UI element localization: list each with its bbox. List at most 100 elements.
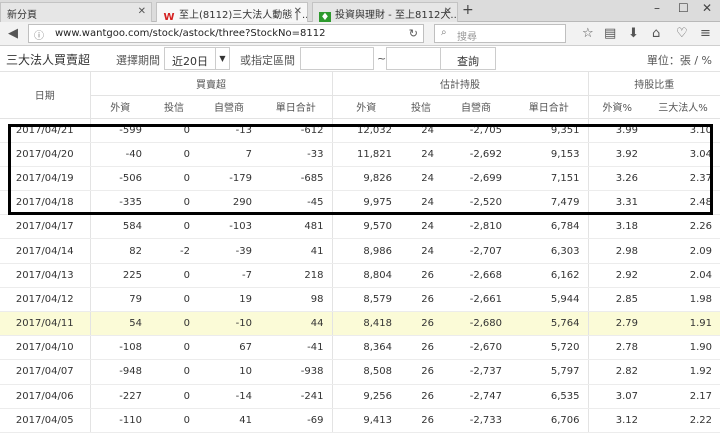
date-cell: 2017/04/18 [0,190,91,216]
period-select[interactable]: 近20日 ▼ [164,47,230,70]
value-cell: 26 [400,408,442,433]
value-cell: 5,720 [510,335,589,361]
value-cell: 9,153 [510,142,589,167]
value-cell: 0 [150,142,198,167]
value-cell: 1.92 [646,359,720,385]
col-header: 外資% [588,95,646,119]
close-tab-icon[interactable]: ✕ [294,6,302,17]
bookmarks-icon[interactable]: ▤ [604,26,616,41]
group-header-ratio: 持股比重 [588,72,720,96]
search-placeholder: 搜尋 [457,32,477,43]
value-cell: 3.31 [588,190,646,216]
value-cell: 8,508 [332,359,400,385]
tab-strip: 新分頁 ✕ W 至上(8112)三大法人動態 | ... ✕ ♦ 投資與理財 - 至… [0,0,720,22]
value-cell: -335 [90,190,150,216]
value-cell: -938 [260,359,333,385]
value-cell: 7 [198,142,260,167]
close-tab-icon[interactable]: ✕ [138,6,146,17]
reload-icon[interactable]: ↻ [409,27,418,40]
tab-title: 投資與理財 - 至上8112大... [335,10,458,21]
value-cell: -33 [260,142,333,167]
value-cell: 82 [90,238,150,264]
download-icon[interactable]: ⬇ [628,26,639,41]
value-cell: 9,256 [332,384,400,409]
value-cell: 5,944 [510,287,589,313]
tab-wantgoo[interactable]: W 至上(8112)三大法人動態 | ... ✕ [156,2,308,22]
search-input[interactable]: ⌕ 搜尋 [434,24,566,43]
value-cell: 0 [150,408,198,433]
table-row: 2017/04/12 79 0 19 98 8,579 26 -2,661 5,944 2.85 1… [0,287,720,313]
value-cell: 0 [150,335,198,361]
value-cell: 26 [400,359,442,385]
minimize-icon[interactable]: – [654,1,660,15]
close-tab-icon[interactable]: ✕ [444,6,452,17]
col-header: 單日合計 [510,95,589,119]
value-cell: 24 [400,118,442,143]
value-cell: 3.07 [588,384,646,409]
col-header: 投信 [400,95,442,119]
tab-investment[interactable]: ♦ 投資與理財 - 至上8112大... ✕ [312,2,458,22]
value-cell: 9,351 [510,118,589,143]
home-icon[interactable]: ⌂ [652,26,660,41]
forum-favicon-icon: ♦ [319,12,331,22]
value-cell: 0 [150,214,198,240]
date-cell: 2017/04/17 [0,214,91,240]
value-cell: 2.17 [646,384,720,409]
col-header: 單日合計 [260,95,333,119]
tab-new-page[interactable]: 新分頁 ✕ [0,2,152,22]
value-cell: 2.37 [646,166,720,192]
star-icon[interactable]: ☆ [582,26,594,41]
close-window-icon[interactable]: ✕ [702,1,712,15]
value-cell: -506 [90,166,150,192]
value-cell: 3.99 [588,118,646,143]
back-icon[interactable]: ◀ [8,26,18,41]
value-cell: 9,413 [332,408,400,433]
value-cell: 218 [260,263,333,288]
value-cell: -241 [260,384,333,409]
menu-icon[interactable]: ≡ [700,26,711,41]
value-cell: -2,705 [442,118,510,143]
value-cell: 24 [400,190,442,216]
pocket-icon[interactable]: ♡ [676,26,688,41]
unit-label: 單位：張 / % [646,54,712,67]
url-bar[interactable]: ⓘ www.wantgoo.com/stock/astock/three?Sto… [28,24,424,43]
maximize-icon[interactable]: ☐ [678,1,689,15]
start-date-input[interactable] [300,47,374,70]
range-label: 或指定區間 [240,54,295,67]
value-cell: 8,364 [332,335,400,361]
value-cell: 79 [90,287,150,313]
value-cell: 9,975 [332,190,400,216]
table-row: 2017/04/06 -227 0 -14 -241 9,256 26 -2,747 6,535… [0,384,720,409]
value-cell: 2.98 [588,238,646,264]
value-cell: -69 [260,408,333,433]
site-info-icon[interactable]: ⓘ [34,27,44,42]
value-cell: 12,032 [332,118,400,143]
value-cell: -2,810 [442,214,510,240]
value-cell: 24 [400,142,442,167]
value-cell: 44 [260,311,333,337]
col-header: 外資 [332,95,400,119]
table-body: 2017/04/21 -599 0 -13 -612 12,032 24 -2,705 9,35… [0,118,720,433]
value-cell: -2,680 [442,311,510,337]
value-cell: 0 [150,166,198,192]
value-cell: -110 [90,408,150,433]
value-cell: -179 [198,166,260,192]
value-cell: 41 [260,238,333,264]
new-tab-button[interactable]: + [462,2,474,18]
query-button[interactable]: 查詢 [440,47,496,70]
value-cell: 6,784 [510,214,589,240]
date-cell: 2017/04/12 [0,287,91,313]
value-cell: 0 [150,384,198,409]
table-row: 2017/04/13 225 0 -7 218 8,804 26 -2,668 6,162 2.9… [0,263,720,288]
value-cell: 67 [198,335,260,361]
value-cell: -10 [198,311,260,337]
url-text: www.wantgoo.com/stock/astock/three?Stock… [55,28,326,39]
value-cell: 481 [260,214,333,240]
value-cell: 98 [260,287,333,313]
value-cell: 3.04 [646,142,720,167]
value-cell: -2,670 [442,335,510,361]
value-cell: 1.98 [646,287,720,313]
value-cell: 41 [198,408,260,433]
value-cell: 9,570 [332,214,400,240]
value-cell: 8,579 [332,287,400,313]
